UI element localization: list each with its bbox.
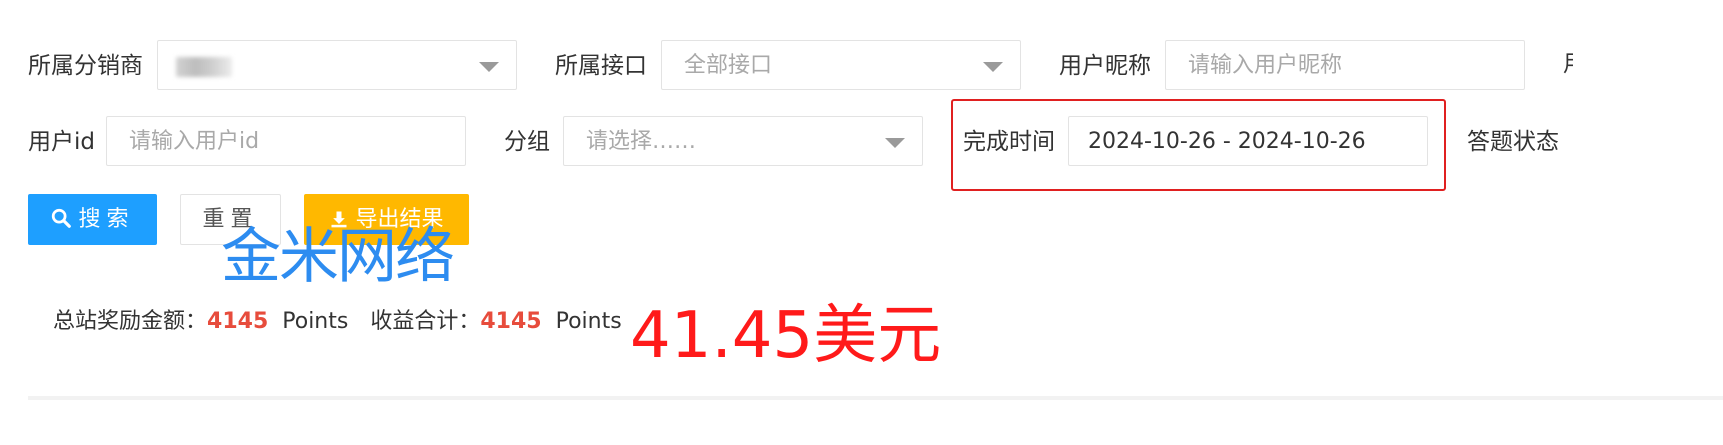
nickname-input[interactable]: 请输入用户昵称 xyxy=(1165,40,1525,90)
search-icon xyxy=(52,208,72,228)
finish-time-value: 2024-10-26 - 2024-10-26 xyxy=(1088,129,1366,154)
income-unit: Points xyxy=(555,309,622,334)
interface-label: 所属接口 xyxy=(555,53,647,79)
chevron-down-icon xyxy=(885,138,905,148)
total-reward-value: 4145 xyxy=(207,309,269,334)
cut-off-label: 用 xyxy=(1563,48,1573,80)
distributor-select[interactable] xyxy=(157,40,517,90)
user-id-label: 用户id xyxy=(28,129,95,155)
nickname-placeholder: 请输入用户昵称 xyxy=(1188,53,1343,78)
user-id-input[interactable]: 请输入用户id xyxy=(106,116,466,166)
stats-summary: 总站奖励金额：4145 Points 收益合计：4145 Points xyxy=(53,306,644,338)
total-reward-label: 总站奖励金额： xyxy=(53,309,208,334)
group-select[interactable]: 请选择…… xyxy=(563,116,923,166)
group-select-value: 请选择…… xyxy=(586,129,697,154)
chevron-down-icon xyxy=(983,62,1003,72)
table-top-divider xyxy=(28,396,1723,400)
income-label: 收益合计： xyxy=(370,309,481,334)
usd-annotation: 41.45美元 xyxy=(630,299,942,373)
answer-status-label: 答题状态 xyxy=(1467,129,1559,155)
search-button[interactable]: 搜索 xyxy=(28,194,157,245)
interface-select[interactable]: 全部接口 xyxy=(661,40,1021,90)
user-id-placeholder: 请输入用户id xyxy=(129,129,260,154)
distributor-value-redacted xyxy=(176,57,232,77)
nickname-label: 用户昵称 xyxy=(1059,53,1151,79)
finish-time-label: 完成时间 xyxy=(963,129,1055,155)
total-reward-unit: Points xyxy=(282,309,349,334)
distributor-label: 所属分销商 xyxy=(28,53,143,79)
finish-time-range-input[interactable]: 2024-10-26 - 2024-10-26 xyxy=(1068,116,1428,166)
chevron-down-icon xyxy=(479,62,499,72)
search-button-label: 搜索 xyxy=(78,207,135,232)
group-label: 分组 xyxy=(504,129,550,155)
income-value: 4145 xyxy=(480,309,542,334)
interface-select-value: 全部接口 xyxy=(684,53,773,78)
watermark-text: 金米网络 xyxy=(221,222,455,292)
